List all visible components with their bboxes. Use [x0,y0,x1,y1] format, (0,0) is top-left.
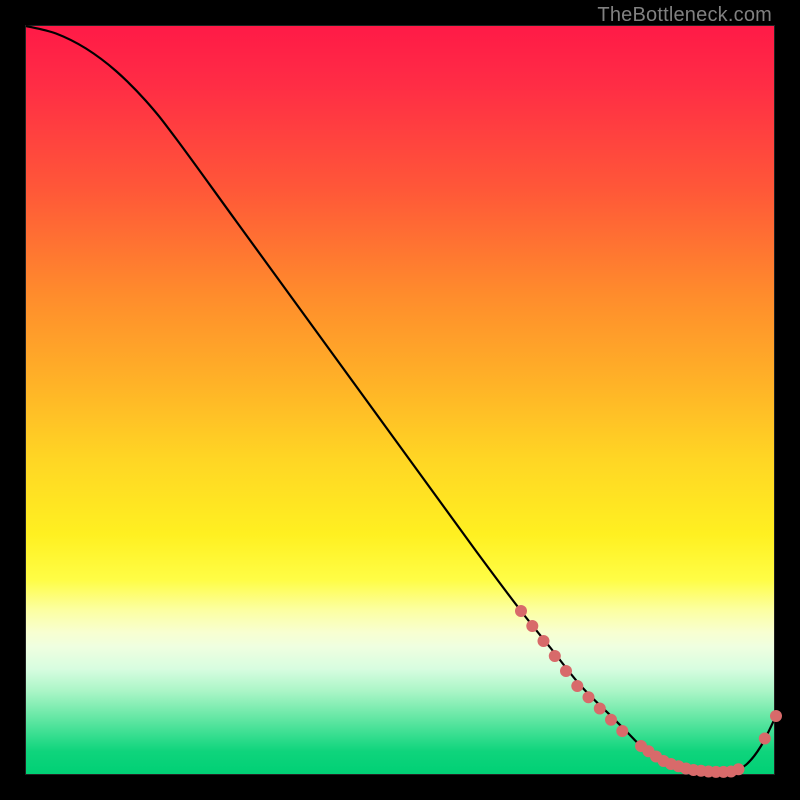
curve-marker [616,725,628,737]
curve-marker [571,680,583,692]
attribution-text: TheBottleneck.com [597,4,772,27]
curve-marker [526,620,538,632]
bottleneck-curve [26,26,776,776]
plot-area [25,25,775,775]
curve-marker [759,733,771,745]
curve-marker [583,691,595,703]
chart-frame: TheBottleneck.com [0,0,800,800]
curve-marker [594,703,606,715]
curve-line [26,26,776,772]
curve-marker [515,605,527,617]
curve-marker [538,635,550,647]
curve-markers [515,605,782,778]
curve-marker [605,714,617,726]
curve-marker [560,665,572,677]
curve-marker [770,710,782,722]
curve-marker [549,650,561,662]
curve-marker [733,763,745,775]
